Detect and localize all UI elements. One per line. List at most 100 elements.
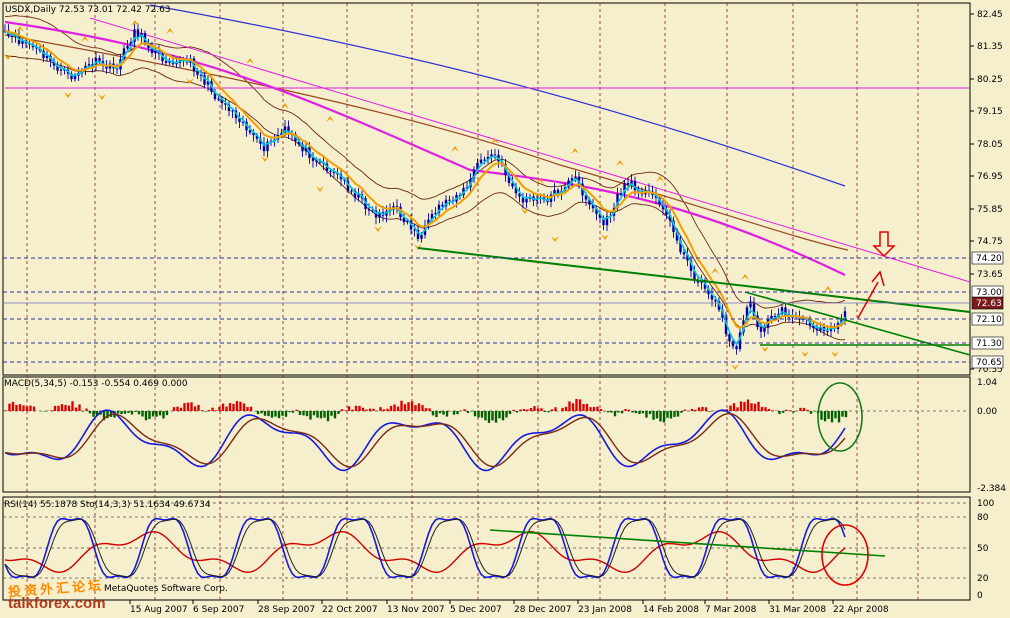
macd-bar-down xyxy=(456,411,459,415)
macd-bar-up xyxy=(554,407,557,411)
macd-bar-up xyxy=(228,403,232,411)
macd-bar-down xyxy=(837,411,841,423)
macd-bar-up xyxy=(347,406,351,411)
macd-bar-up xyxy=(690,408,694,411)
macd-bar-up xyxy=(683,409,687,411)
macd-bar-down xyxy=(130,411,134,415)
price-panel-header: USDX,Daily 72.53 73.01 72.42 72.63 xyxy=(5,5,171,15)
macd-bar-down xyxy=(666,411,669,418)
price-tick-label: 82.45 xyxy=(977,10,1003,20)
candle-body xyxy=(735,346,738,350)
macd-bar-down xyxy=(473,411,477,417)
chart-background xyxy=(0,0,1010,618)
macd-bar-down xyxy=(120,411,123,415)
chart-canvas xyxy=(0,0,1010,618)
macd-bar-up xyxy=(421,405,424,411)
candle-body xyxy=(479,159,483,163)
macd-bar-down xyxy=(116,411,120,414)
macd-bar-up xyxy=(15,404,18,411)
macd-bar-down xyxy=(274,411,277,417)
macd-bar-up xyxy=(190,402,193,411)
candle-body xyxy=(196,71,199,75)
macd-bar-down xyxy=(491,411,494,421)
macd-bar-down xyxy=(263,411,267,416)
macd-bar-down xyxy=(445,411,449,417)
macd-bar-down xyxy=(505,411,508,418)
forex-chart[interactable]: 82.45 81.35 80.25 79.15 78.05 76.95 75.85 74.75… xyxy=(0,0,1010,618)
price-level-text: 70.65 xyxy=(976,358,1002,368)
macd-bar-down xyxy=(708,411,711,412)
candle-body xyxy=(59,69,63,71)
macd-bar-up xyxy=(4,410,8,411)
macd-bar-down xyxy=(302,411,305,416)
macd-bar-up xyxy=(242,403,246,411)
macd-bar-down xyxy=(141,411,144,417)
macd-bar-down xyxy=(323,411,326,418)
macd-bar-up xyxy=(57,405,60,411)
macd-bar-up xyxy=(571,403,575,411)
macd-bar-up xyxy=(596,406,599,411)
macd-bar-down xyxy=(165,411,169,416)
macd-bar-up xyxy=(739,401,743,411)
macd-bar-up xyxy=(25,406,29,411)
macd-bar-up xyxy=(575,398,578,411)
macd-bar-up xyxy=(564,406,568,411)
candle-body xyxy=(217,98,220,100)
date-tick-label: 13 Nov 2007 xyxy=(387,605,445,615)
macd-bar-down xyxy=(841,411,844,417)
rsi-tick-label: 100 xyxy=(977,499,994,509)
macd-bar-down xyxy=(438,411,442,414)
macd-bar-up xyxy=(536,408,540,411)
macd-bar-up xyxy=(32,406,36,411)
macd-bar-up xyxy=(78,404,81,411)
macd-bar-up xyxy=(396,406,400,411)
candle-body xyxy=(329,170,332,172)
macd-bar-down xyxy=(617,411,620,413)
date-tick-label: 23 Jan 2008 xyxy=(578,605,632,615)
macd-bar-down xyxy=(431,411,435,416)
macd-bar-down xyxy=(641,411,645,414)
macd-bar-up xyxy=(207,410,211,411)
macd-bar-up xyxy=(764,407,767,411)
macd-bar-up xyxy=(8,403,11,411)
macd-bar-up xyxy=(193,406,197,411)
macd-bar-up xyxy=(11,401,15,411)
macd-bar-down xyxy=(781,411,785,413)
macd-bar-down xyxy=(543,411,547,413)
macd-bar-up xyxy=(704,407,708,411)
macd-bar-up xyxy=(295,409,298,411)
macd-bar-down xyxy=(270,411,274,418)
macd-bar-up xyxy=(550,409,554,411)
macd-bar-up xyxy=(235,401,239,411)
date-tick-label: 28 Dec 2007 xyxy=(514,605,572,615)
candle-body xyxy=(87,64,91,66)
macd-bar-down xyxy=(260,411,263,414)
candle-body xyxy=(574,176,577,179)
candle-body xyxy=(10,35,14,37)
macd-bar-up xyxy=(53,405,57,411)
macd-bar-up xyxy=(200,410,204,411)
macd-bar-down xyxy=(515,411,519,413)
macd-bar-down xyxy=(309,411,312,420)
candle-body xyxy=(682,252,686,255)
macd-bar-down xyxy=(662,411,666,423)
macd-bar-up xyxy=(746,399,750,411)
macd-bar-up xyxy=(589,407,592,411)
macd-bar-down xyxy=(480,411,484,418)
macd-bar-up xyxy=(799,407,802,411)
macd-bar-up xyxy=(18,404,22,411)
macd-bar-up xyxy=(410,401,414,411)
candle-body xyxy=(525,198,528,203)
candle-body xyxy=(420,234,423,239)
macd-bar-up xyxy=(368,408,372,411)
macd-bar-up xyxy=(361,407,365,411)
candle-body xyxy=(21,41,24,44)
macd-bar-up xyxy=(372,408,375,411)
date-tick-label: 31 Mar 2008 xyxy=(769,605,826,615)
macd-bar-down xyxy=(827,411,830,419)
macd-bar-down xyxy=(277,411,281,419)
macd-bar-down xyxy=(337,411,340,414)
macd-bar-down xyxy=(484,411,487,421)
candle-body xyxy=(136,29,140,37)
price-tick-label: 73.65 xyxy=(977,270,1003,280)
